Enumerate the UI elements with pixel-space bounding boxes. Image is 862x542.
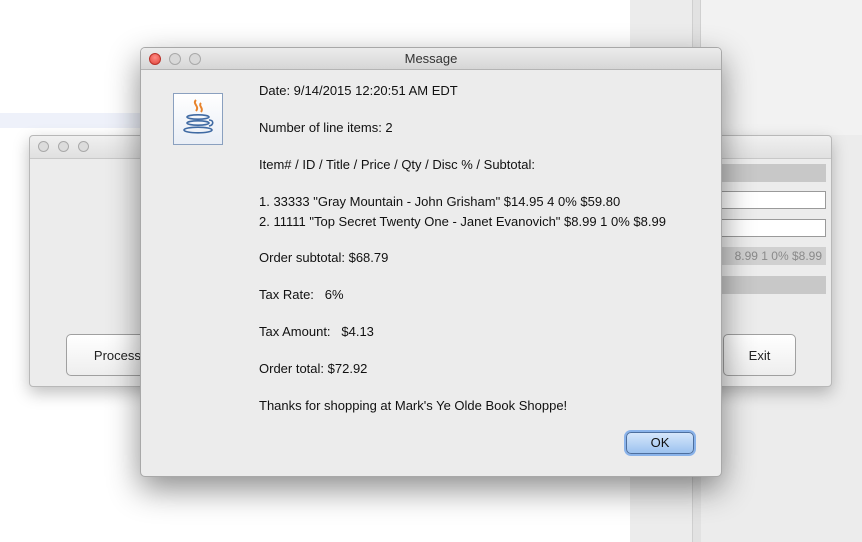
order-total: Order total: $72.92 (259, 361, 368, 376)
minimize-window-button[interactable] (58, 141, 69, 152)
ok-button[interactable]: OK (626, 432, 694, 454)
zoom-window-button[interactable] (78, 141, 89, 152)
line-item-count: Number of line items: 2 (259, 120, 393, 135)
item-table-header: Item# / ID / Title / Price / Qty / Disc … (259, 157, 535, 172)
subtotal-field (720, 276, 826, 294)
exit-button[interactable]: Exit (723, 334, 796, 376)
java-cup-icon (173, 93, 223, 145)
line-item-1: 1. 33333 "Gray Mountain - John Grisham" … (259, 194, 621, 209)
order-date: Date: 9/14/2015 12:20:51 AM EDT (259, 83, 458, 98)
discount-field[interactable] (720, 219, 826, 237)
dialog-titlebar[interactable]: Message (141, 48, 721, 70)
tax-amount: Tax Amount: $4.13 (259, 324, 374, 339)
close-window-button[interactable] (38, 141, 49, 152)
quantity-field[interactable] (720, 191, 826, 209)
message-dialog: Message Date: 9/14/2015 12:20:51 AM EDT … (140, 47, 722, 477)
id-field[interactable] (720, 164, 826, 182)
dialog-title: Message (404, 51, 458, 66)
background-window-pane (700, 0, 862, 135)
order-subtotal: Order subtotal: $68.79 (259, 250, 389, 265)
tax-rate: Tax Rate: 6% (259, 287, 344, 302)
thank-you-message: Thanks for shopping at Mark's Ye Olde Bo… (259, 398, 568, 413)
item-info-field: 8.99 1 0% $8.99 (720, 247, 826, 265)
background-selection-stripe (0, 113, 140, 128)
line-item-2: 2. 11111 "Top Secret Twenty One - Janet … (259, 214, 666, 229)
